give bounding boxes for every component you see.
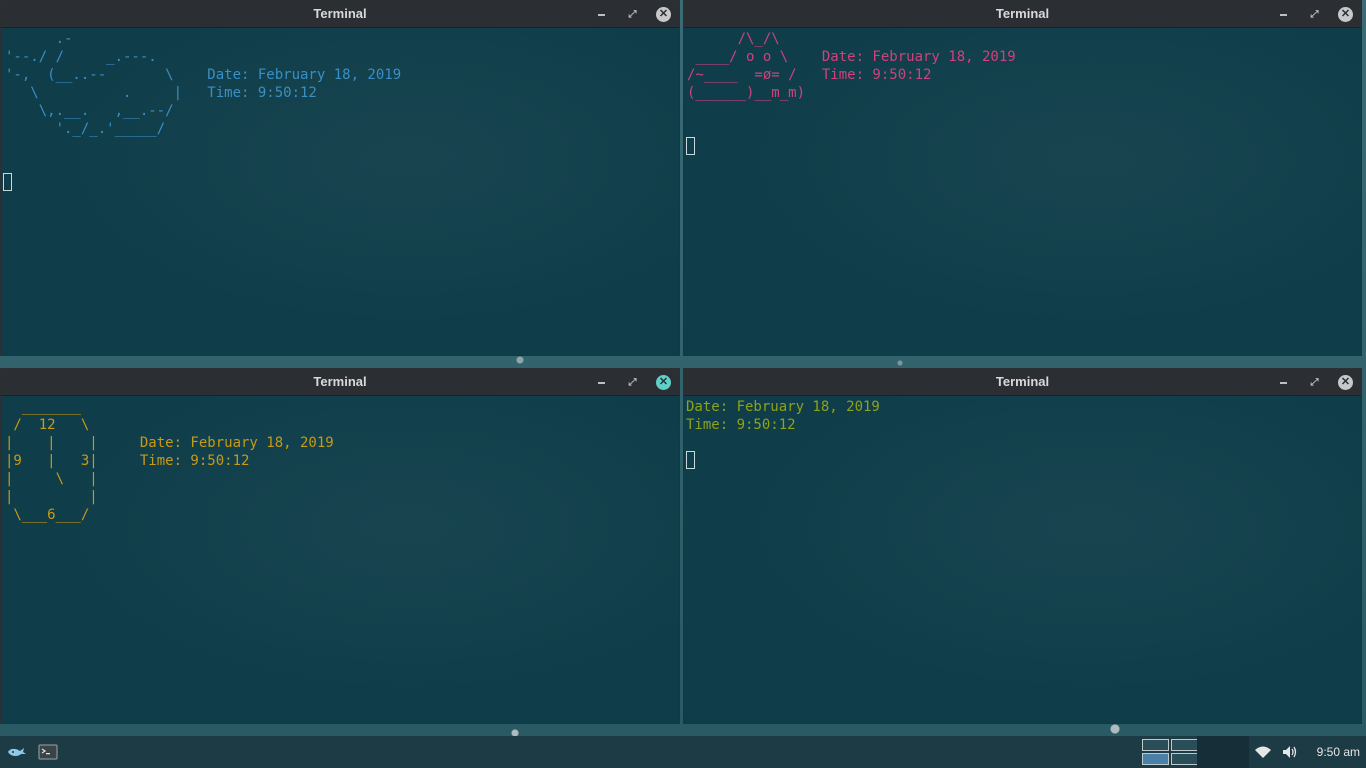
terminal-output: Date: February 18, 2019 Time: 9:50:12 bbox=[686, 399, 880, 433]
tray-spacer bbox=[1197, 736, 1249, 768]
terminal-window-top-left[interactable]: Terminal ⤢ ✕ .- '--./ / _.---. '-, (__..… bbox=[0, 0, 680, 356]
terminal-area[interactable]: .- '--./ / _.---. '-, (__..-- \ Date: Fe… bbox=[1, 28, 679, 355]
workspace-2[interactable] bbox=[1171, 739, 1198, 751]
close-button[interactable]: ✕ bbox=[656, 374, 671, 390]
terminal-output: .- '--./ / _.---. '-, (__..-- \ Date: Fe… bbox=[5, 31, 402, 137]
terminal-area[interactable]: Date: February 18, 2019 Time: 9:50:12 bbox=[684, 396, 1361, 723]
text-cursor bbox=[686, 451, 695, 469]
volume-icon[interactable] bbox=[1281, 743, 1299, 761]
terminal-window-bottom-left[interactable]: Terminal ⤢ ✕ _______ / 12 \ | | | Date: … bbox=[0, 368, 680, 724]
window-title: Terminal bbox=[995, 374, 1050, 389]
workspace-1[interactable] bbox=[1142, 739, 1169, 751]
terminal-output: _______ / 12 \ | | | Date: February 18, … bbox=[5, 399, 334, 523]
maximize-button[interactable]: ⤢ bbox=[625, 375, 640, 390]
window-titlebar[interactable]: Terminal ⤢ ✕ bbox=[1, 369, 679, 396]
minimize-button[interactable] bbox=[1276, 375, 1291, 390]
terminal-window-top-right[interactable]: Terminal ⤢ ✕ /\_/\ ____/ o o \ Date: Feb… bbox=[683, 0, 1362, 356]
close-button[interactable]: ✕ bbox=[1338, 374, 1353, 390]
maximize-button[interactable]: ⤢ bbox=[1307, 7, 1322, 22]
window-title: Terminal bbox=[313, 6, 367, 21]
text-cursor bbox=[3, 173, 12, 191]
close-button[interactable]: ✕ bbox=[656, 6, 671, 22]
minimize-button[interactable] bbox=[1276, 7, 1291, 22]
terminal-area[interactable]: /\_/\ ____/ o o \ Date: February 18, 201… bbox=[684, 28, 1361, 355]
terminal-output: /\_/\ ____/ o o \ Date: February 18, 201… bbox=[687, 31, 1016, 101]
maximize-button[interactable]: ⤢ bbox=[1307, 375, 1322, 390]
window-title: Terminal bbox=[313, 374, 367, 389]
minimize-button[interactable] bbox=[594, 375, 609, 390]
wifi-icon[interactable] bbox=[1254, 743, 1272, 761]
window-titlebar[interactable]: Terminal ⤢ ✕ bbox=[684, 369, 1361, 396]
workspace-4[interactable] bbox=[1171, 753, 1198, 765]
clock[interactable]: 9:50 am bbox=[1317, 736, 1360, 768]
whale-menu-icon[interactable] bbox=[6, 743, 28, 761]
window-titlebar[interactable]: Terminal ⤢ ✕ bbox=[684, 1, 1361, 28]
workspace-3[interactable] bbox=[1142, 753, 1169, 765]
minimize-button[interactable] bbox=[594, 7, 609, 22]
close-button[interactable]: ✕ bbox=[1338, 6, 1353, 22]
window-title: Terminal bbox=[995, 6, 1050, 21]
terminal-window-bottom-right[interactable]: Terminal ⤢ ✕ Date: February 18, 2019 Tim… bbox=[683, 368, 1362, 724]
maximize-button[interactable]: ⤢ bbox=[625, 7, 640, 22]
terminal-app-icon[interactable] bbox=[38, 743, 58, 761]
workspace-pager[interactable] bbox=[1142, 739, 1198, 765]
terminal-area[interactable]: _______ / 12 \ | | | Date: February 18, … bbox=[1, 396, 679, 723]
text-cursor bbox=[686, 137, 695, 155]
window-titlebar[interactable]: Terminal ⤢ ✕ bbox=[1, 1, 679, 28]
